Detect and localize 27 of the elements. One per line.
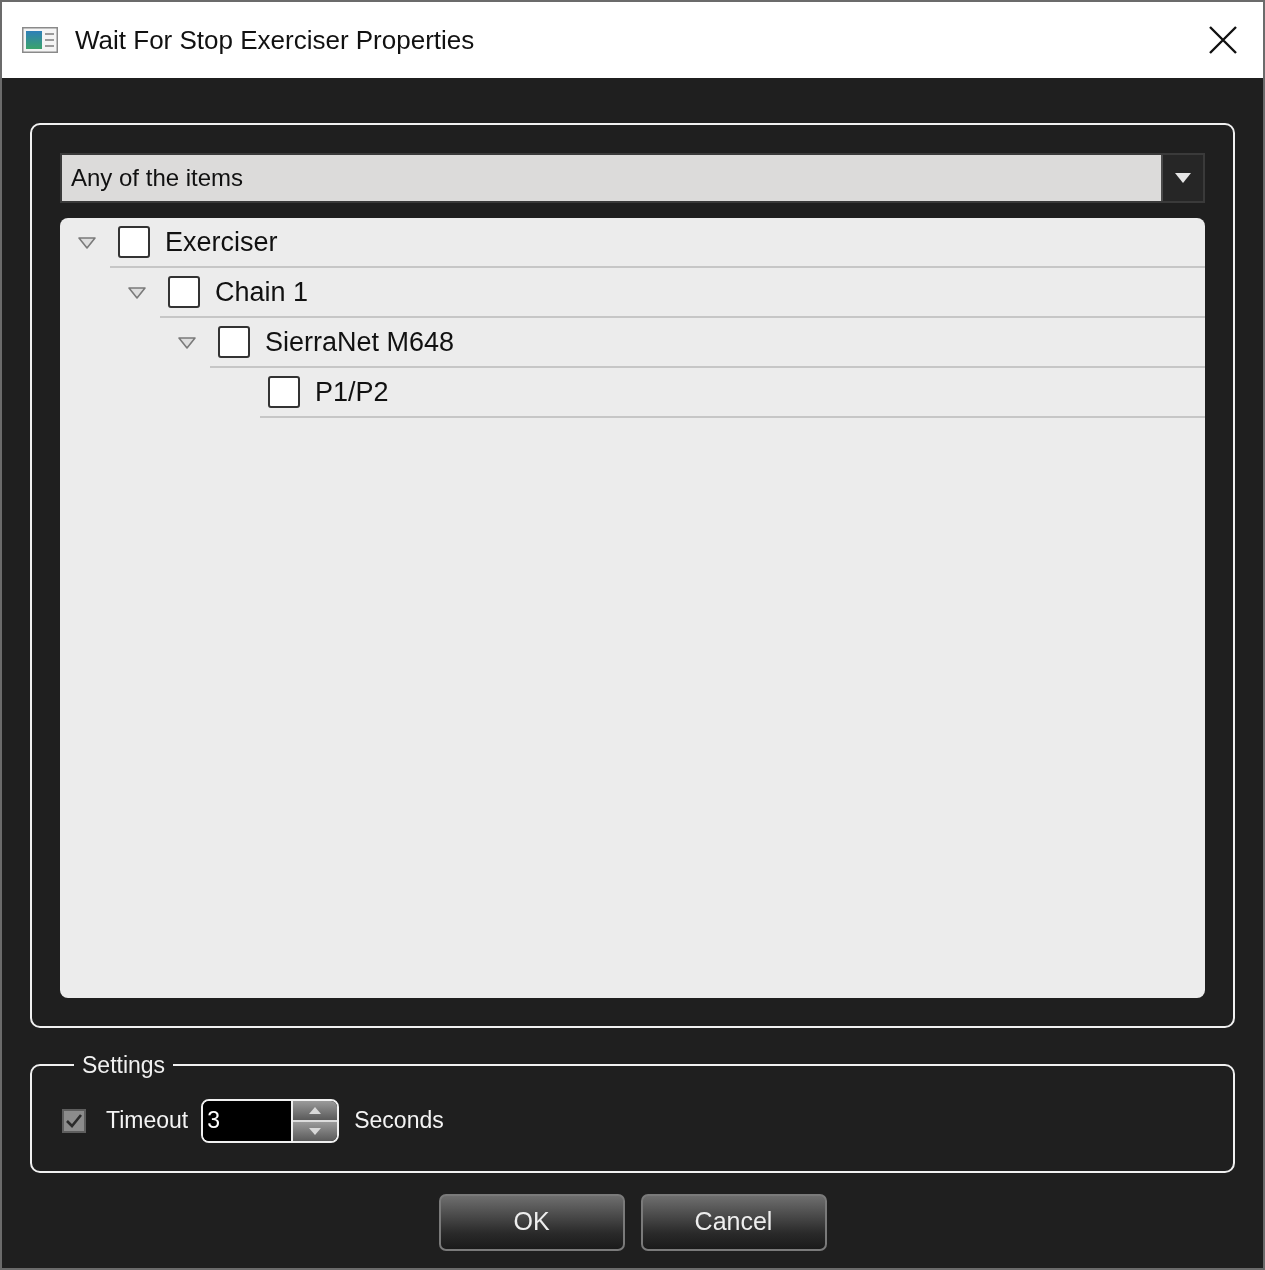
tree-item-label[interactable]: Exerciser bbox=[165, 221, 278, 263]
timeout-spinner[interactable]: 3 bbox=[201, 1098, 340, 1143]
expander-icon[interactable] bbox=[128, 287, 146, 299]
unit-label: Seconds bbox=[354, 1106, 444, 1136]
checkbox[interactable] bbox=[118, 226, 150, 258]
caret-down-icon bbox=[1175, 173, 1191, 183]
mode-dropdown[interactable]: Any of the items bbox=[60, 153, 1205, 203]
checkbox[interactable] bbox=[268, 376, 300, 408]
dropdown-button[interactable] bbox=[1161, 155, 1203, 201]
group-title: Settings bbox=[81, 1051, 167, 1080]
app-window-icon bbox=[22, 27, 58, 53]
expander-icon[interactable] bbox=[178, 337, 196, 349]
dialog-button[interactable]: OK bbox=[438, 1193, 625, 1251]
caret-down-icon bbox=[309, 1127, 322, 1135]
checkbox[interactable] bbox=[168, 276, 200, 308]
spin-up-button[interactable] bbox=[293, 1100, 338, 1122]
timeout-label: Timeout bbox=[106, 1106, 189, 1136]
caret-up-icon bbox=[309, 1106, 322, 1114]
tree-item-label[interactable]: P1/P2 bbox=[315, 371, 389, 413]
tree-item-label[interactable]: Chain 1 bbox=[215, 271, 309, 313]
checkbox[interactable] bbox=[62, 1108, 86, 1133]
dialog-button[interactable]: Cancel bbox=[640, 1193, 827, 1251]
close-icon bbox=[1209, 26, 1237, 54]
expander-icon[interactable] bbox=[78, 237, 96, 249]
tree-item-label[interactable]: SierraNet M648 bbox=[265, 321, 455, 363]
window-title: Wait For Stop Exerciser Properties bbox=[75, 23, 475, 57]
checkbox[interactable] bbox=[218, 326, 250, 358]
